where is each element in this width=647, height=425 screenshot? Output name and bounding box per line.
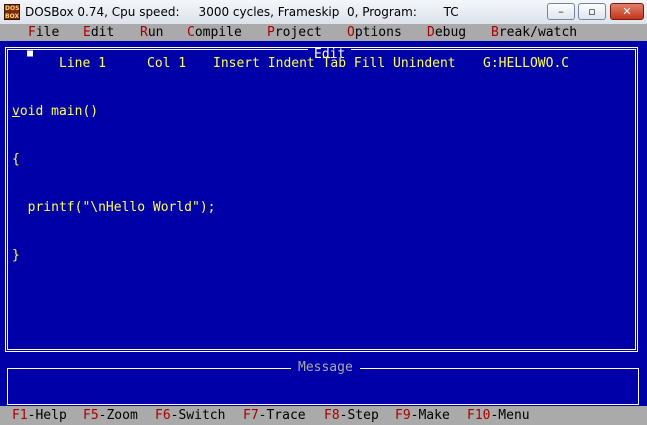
code-line: { bbox=[12, 152, 20, 167]
minimize-icon: – bbox=[558, 5, 564, 18]
title-bar[interactable]: DOS BOX DOSBox 0.74, Cpu speed: 3000 cyc… bbox=[0, 0, 647, 25]
close-icon: ✕ bbox=[622, 5, 632, 18]
minimize-button[interactable]: – bbox=[547, 3, 575, 20]
editor-status-line: Line 1 Col 1 Insert Indent Tab Fill Unin… bbox=[0, 56, 647, 72]
column-indicator: Col 1 bbox=[147, 56, 187, 71]
menu-hotkey: P bbox=[267, 25, 275, 40]
fkey-key: F10 bbox=[467, 408, 491, 423]
fkey-label: -Make bbox=[410, 408, 450, 423]
fkey-label: -Menu bbox=[490, 408, 530, 423]
menu-label: ptions bbox=[354, 25, 402, 40]
fkey-label: -Switch bbox=[170, 408, 226, 423]
fkey-key: F6 bbox=[155, 408, 171, 423]
menu-bar: File Edit Run Compile Project Options De… bbox=[0, 24, 647, 41]
line-indicator: Line 1 bbox=[59, 56, 106, 71]
menu-hotkey: C bbox=[187, 25, 195, 40]
fkey-step[interactable]: F8-Step bbox=[324, 406, 379, 425]
menu-compile[interactable]: Compile bbox=[187, 24, 242, 41]
menu-hotkey: O bbox=[347, 25, 355, 40]
dosbox-app-icon[interactable]: DOS BOX bbox=[4, 4, 20, 20]
menu-run[interactable]: Run bbox=[140, 24, 163, 41]
menu-label: roject bbox=[274, 25, 322, 40]
dosbox-window: DOS BOX DOSBox 0.74, Cpu speed: 3000 cyc… bbox=[0, 0, 647, 425]
code-editor[interactable]: void main() { printf("\nHello World"); } bbox=[12, 72, 216, 296]
fkey-key: F1 bbox=[12, 408, 28, 423]
fkey-key: F7 bbox=[243, 408, 259, 423]
menu-label: ompile bbox=[194, 25, 242, 40]
menu-hotkey: F bbox=[28, 25, 36, 40]
message-window-title: Message bbox=[291, 361, 360, 375]
menu-label: dit bbox=[90, 25, 115, 40]
menu-file[interactable]: File bbox=[28, 24, 59, 41]
fkey-menu[interactable]: F10-Menu bbox=[467, 406, 530, 425]
file-name: G:HELLOWO.C bbox=[483, 56, 570, 71]
menu-hotkey: E bbox=[83, 25, 91, 40]
text-cursor: v bbox=[12, 104, 20, 119]
code-line: printf("\nHello World"); bbox=[12, 200, 216, 215]
menu-debug[interactable]: Debug bbox=[427, 24, 466, 41]
fkey-switch[interactable]: F6-Switch bbox=[155, 406, 225, 425]
fkey-key: F9 bbox=[395, 408, 411, 423]
menu-project[interactable]: Project bbox=[267, 24, 322, 41]
message-window-frame: Message bbox=[7, 361, 639, 405]
message-window[interactable]: Message bbox=[0, 356, 647, 405]
fkey-key: F8 bbox=[324, 408, 340, 423]
maximize-button[interactable]: ▫ bbox=[578, 3, 606, 20]
window-title: DOSBox 0.74, Cpu speed: 3000 cycles, Fra… bbox=[25, 5, 459, 19]
menu-label: reak/watch bbox=[498, 25, 578, 40]
menu-options[interactable]: Options bbox=[347, 24, 402, 41]
function-key-bar: F1-Help F5-Zoom F6-Switch F7-Trace F8-St… bbox=[0, 406, 647, 425]
menu-edit[interactable]: Edit bbox=[83, 24, 114, 41]
fkey-label: -Step bbox=[339, 408, 379, 423]
menu-break-watch[interactable]: Break/watch bbox=[491, 24, 577, 41]
menu-hotkey: R bbox=[140, 25, 148, 40]
menu-label: ebug bbox=[434, 25, 467, 40]
fkey-label: -Zoom bbox=[98, 408, 138, 423]
menu-hotkey: D bbox=[427, 25, 435, 40]
editor-mode-flags: Insert Indent Tab Fill Unindent bbox=[213, 56, 456, 71]
close-button[interactable]: ✕ bbox=[610, 3, 644, 20]
fkey-help[interactable]: F1-Help bbox=[12, 406, 67, 425]
maximize-icon: ▫ bbox=[588, 5, 596, 18]
code-line: } bbox=[12, 248, 20, 263]
menu-label: ile bbox=[35, 25, 60, 40]
fkey-make[interactable]: F9-Make bbox=[395, 406, 450, 425]
fkey-trace[interactable]: F7-Trace bbox=[243, 406, 306, 425]
fkey-key: F5 bbox=[83, 408, 99, 423]
fkey-label: -Trace bbox=[258, 408, 306, 423]
code-line: void main() bbox=[12, 104, 216, 120]
fkey-label: -Help bbox=[27, 408, 67, 423]
fkey-zoom[interactable]: F5-Zoom bbox=[83, 406, 138, 425]
edit-window: Edit ■ Line 1 Col 1 Insert Indent Tab Fi… bbox=[0, 41, 647, 356]
code-text: oid main() bbox=[19, 104, 99, 119]
menu-label: un bbox=[147, 25, 164, 40]
menu-hotkey: B bbox=[491, 25, 499, 40]
